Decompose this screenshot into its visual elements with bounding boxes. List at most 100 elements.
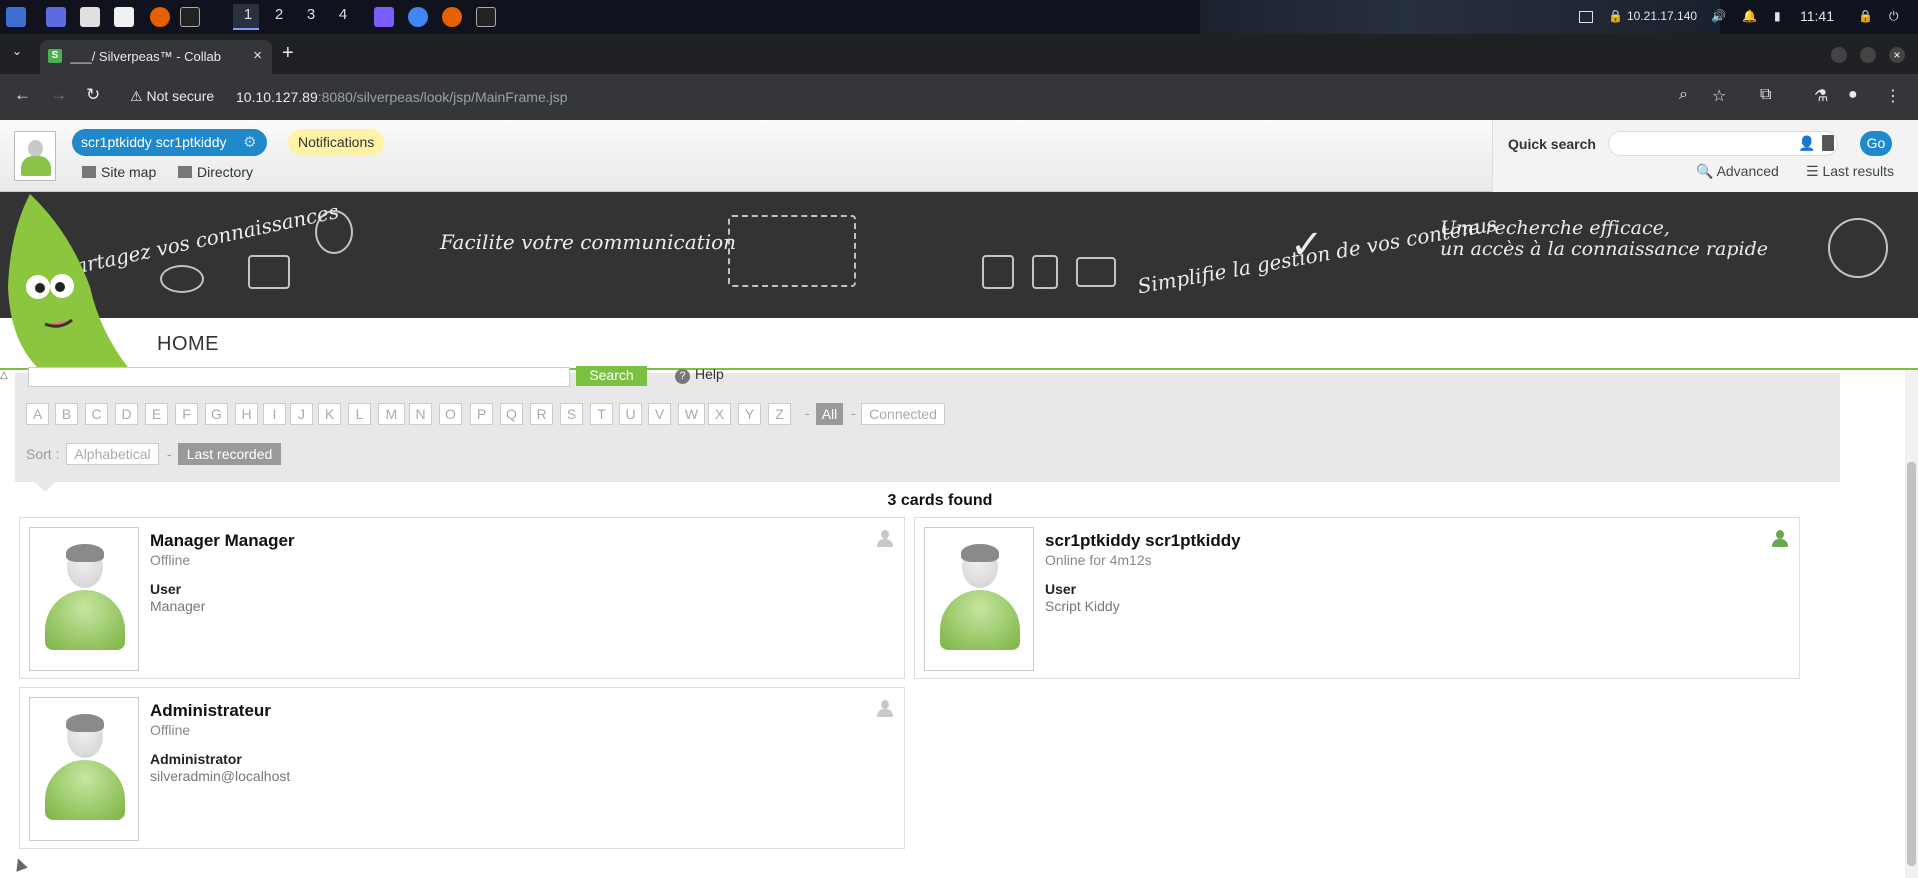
extensions-icon[interactable]: ⧉ [1760,86,1771,104]
directory-search-button[interactable]: Search [576,366,647,386]
profile-icon[interactable]: ● [1848,86,1858,104]
user-menu-button[interactable]: scr1ptkiddy scr1ptkiddy ⚙ [72,129,267,156]
letter-filter-t[interactable]: T [590,403,613,425]
screen-icon[interactable] [1579,11,1593,23]
power-icon[interactable]: ⏻ [1889,9,1899,24]
bookmark-star-icon[interactable]: ☆ [1712,86,1726,106]
site-map-link[interactable]: Site map [82,164,156,180]
os-taskbar: 1 2 3 4 🔒 10.21.17.140 🔊 🔔 ▮ 11:41 🔒 ⏻ [0,0,1918,34]
address-bar[interactable]: 10.10.127.89:8080/silverpeas/look/jsp/Ma… [236,89,568,105]
sort-last-recorded-button[interactable]: Last recorded [178,443,281,465]
letter-filter-h[interactable]: H [235,403,258,425]
tab-close-icon[interactable]: × [253,47,262,64]
directory-link[interactable]: Directory [178,164,253,180]
letter-filter-e[interactable]: E [145,403,168,425]
scrollbar-thumb[interactable] [1907,462,1916,866]
user-name: scr1ptkiddy scr1ptkiddy [81,134,227,150]
battery-icon: ▮ [1774,9,1781,23]
reload-icon[interactable]: ↻ [86,85,100,105]
letter-filter-x[interactable]: X [708,403,731,425]
burp-icon[interactable] [374,7,394,27]
workspace-4[interactable]: 4 [333,6,353,23]
letter-filter-v[interactable]: V [648,403,671,425]
letter-filter-i[interactable]: I [263,403,286,425]
directory-search-input[interactable] [28,367,570,387]
user-card-manager[interactable]: Manager Manager Offline User Manager [19,517,905,679]
letter-filter-y[interactable]: Y [738,403,761,425]
letter-filter-r[interactable]: R [530,403,553,425]
ip-address: 10.21.17.140 [1627,9,1698,23]
workspace-1[interactable]: 1 [238,6,258,23]
user-photo [924,527,1034,671]
chrome-icon[interactable] [408,7,428,27]
letter-filter-o[interactable]: O [439,403,462,425]
letter-filter-z[interactable]: Z [768,403,791,425]
close-window-icon[interactable]: × [1889,47,1905,63]
letter-filter-u[interactable]: U [619,403,642,425]
desktop-icon[interactable] [46,7,66,27]
card-status: Online for 4m12s [1045,552,1152,568]
letter-filter-f[interactable]: F [175,403,198,425]
search-user-icon[interactable]: 👤 [1798,135,1815,152]
letter-filter-k[interactable]: K [318,403,341,425]
online-presence-icon[interactable] [1771,530,1789,548]
letter-filter-b[interactable]: B [55,403,78,425]
letter-filter-q[interactable]: Q [500,403,523,425]
notifications-button[interactable]: Notifications [288,129,385,156]
last-results-link[interactable]: ☰ Last results [1806,163,1894,180]
new-tab-button[interactable]: + [282,42,294,65]
filter-connected-button[interactable]: Connected [861,403,945,425]
url-host: 10.10.127.89 [236,89,318,105]
workspace-3[interactable]: 3 [301,6,321,23]
bell-icon[interactable]: 🔔 [1742,9,1757,23]
terminal-icon[interactable] [180,7,200,27]
quick-search-go-button[interactable]: Go [1860,131,1892,156]
back-icon[interactable]: ← [14,85,31,105]
letter-filter-c[interactable]: C [85,403,108,425]
gear-icon[interactable]: ⚙ [243,129,256,156]
user-card-administrateur[interactable]: Administrateur Offline Administrator sil… [19,687,905,849]
search-book-icon[interactable] [1822,135,1834,151]
file-manager-icon[interactable] [80,7,100,27]
lock-icon[interactable]: 🔒 [1858,9,1873,23]
letter-filter-w[interactable]: W [678,403,705,425]
forward-icon[interactable]: → [50,85,67,105]
letter-filter-g[interactable]: G [205,403,228,425]
letter-filter-d[interactable]: D [115,403,138,425]
advanced-search-link[interactable]: 🔍 Advanced [1696,163,1779,180]
letter-filter-a[interactable]: A [26,403,49,425]
tab-list-chevron-icon[interactable]: ⌄ [12,44,22,58]
home-link[interactable]: HOME [157,333,219,356]
text-editor-icon[interactable] [114,7,134,27]
minimize-window-icon[interactable] [1831,47,1847,63]
card-name[interactable]: Administrateur [150,701,271,721]
chrome-menu-icon[interactable]: ⋮ [1885,86,1901,106]
browser-tab[interactable]: S ___/ Silverpeas™ - Collab × [40,40,272,74]
card-name[interactable]: scr1ptkiddy scr1ptkiddy [1045,531,1241,551]
scroll-up-icon[interactable]: △ [0,370,8,381]
card-status: Offline [150,722,191,738]
letter-filter-m[interactable]: M [378,403,405,425]
labs-flask-icon[interactable]: ⚗ [1814,86,1828,106]
app-menu-icon[interactable] [6,7,26,27]
letter-filter-p[interactable]: P [470,403,493,425]
filter-all-button[interactable]: All [816,403,843,425]
firefox-icon-2[interactable] [442,7,462,27]
not-secure-indicator[interactable]: ⚠ Not secure [130,88,214,105]
letter-filter-n[interactable]: N [409,403,432,425]
maximize-window-icon[interactable] [1860,47,1876,63]
user-avatar[interactable] [14,131,56,181]
firefox-icon[interactable] [150,7,170,27]
letter-filter-l[interactable]: L [348,403,371,425]
user-card-scr1ptkiddy[interactable]: scr1ptkiddy scr1ptkiddy Online for 4m12s… [914,517,1800,679]
letter-filter-s[interactable]: S [560,403,583,425]
zoom-icon[interactable]: ⌕ [1679,86,1688,104]
volume-icon[interactable]: 🔊 [1711,9,1726,23]
sort-alphabetical-button[interactable]: Alphabetical [66,443,159,465]
quick-search-label: Quick search [1508,136,1596,152]
workspace-2[interactable]: 2 [269,6,289,23]
card-name[interactable]: Manager Manager [150,531,295,551]
terminal-icon-2[interactable] [476,7,496,27]
help-link[interactable]: ? Help [675,366,724,384]
letter-filter-j[interactable]: J [290,403,313,425]
